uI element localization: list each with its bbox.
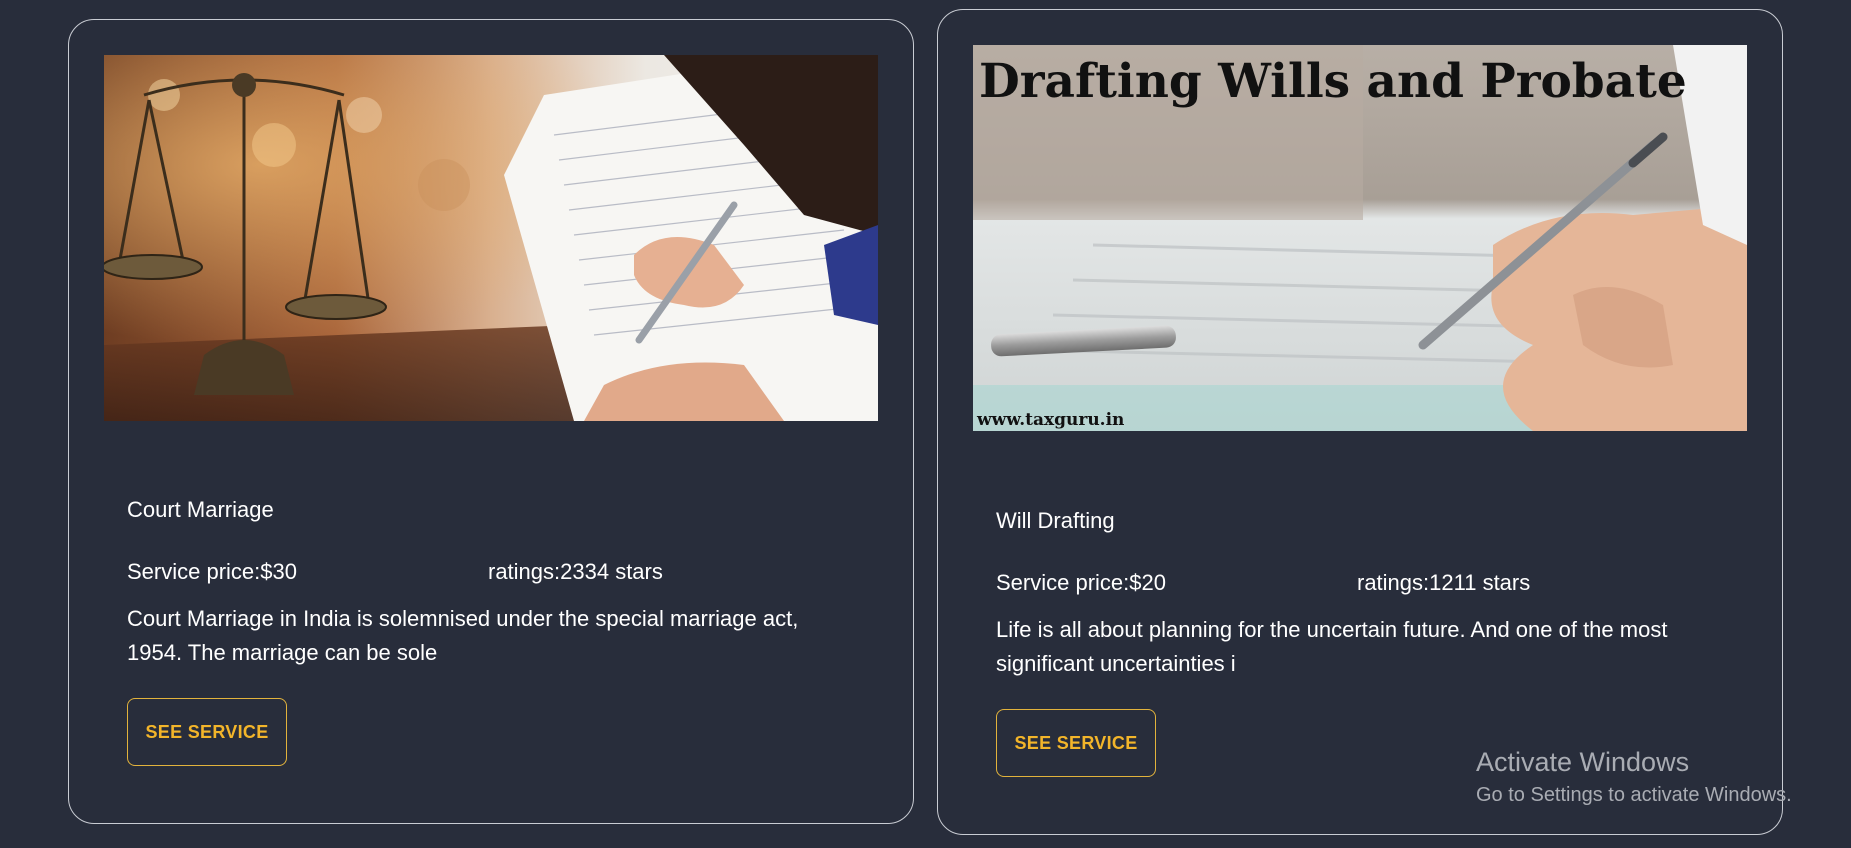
activate-windows-watermark: Activate Windows Go to Settings to activ… <box>1476 745 1792 809</box>
service-image <box>104 55 878 421</box>
service-price: Service price:$20 <box>996 570 1166 595</box>
image-site-text: www.taxguru.in <box>976 410 1124 430</box>
service-price: Service price:$30 <box>127 559 297 584</box>
service-rating: ratings:2334 stars <box>488 559 663 584</box>
service-description: Life is all about planning for the uncer… <box>996 617 1668 676</box>
price-rating-row: Service price:$20 ratings:1211 stars <box>996 569 1530 597</box>
watermark-subtitle: Go to Settings to activate Windows. <box>1476 784 1792 806</box>
watermark-title: Activate Windows <box>1476 747 1690 777</box>
price-rating-row: Service price:$30 ratings:2334 stars <box>127 558 663 586</box>
service-title: Court Marriage <box>127 497 274 522</box>
service-rating: ratings:1211 stars <box>1357 570 1531 595</box>
image-banner-text: Drafting Wills and Probate <box>979 54 1687 109</box>
see-service-button[interactable]: SEE SERVICE <box>996 709 1156 777</box>
service-title: Will Drafting <box>996 508 1115 533</box>
service-image: Drafting Wills and Probate www.taxguru.i… <box>973 45 1747 431</box>
service-card: Court Marriage Service price:$30 ratings:… <box>68 19 914 824</box>
service-card: Drafting Wills and Probate www.taxguru.i… <box>937 9 1783 835</box>
service-description: Court Marriage in India is solemnised un… <box>127 606 799 665</box>
see-service-button[interactable]: SEE SERVICE <box>127 698 287 766</box>
